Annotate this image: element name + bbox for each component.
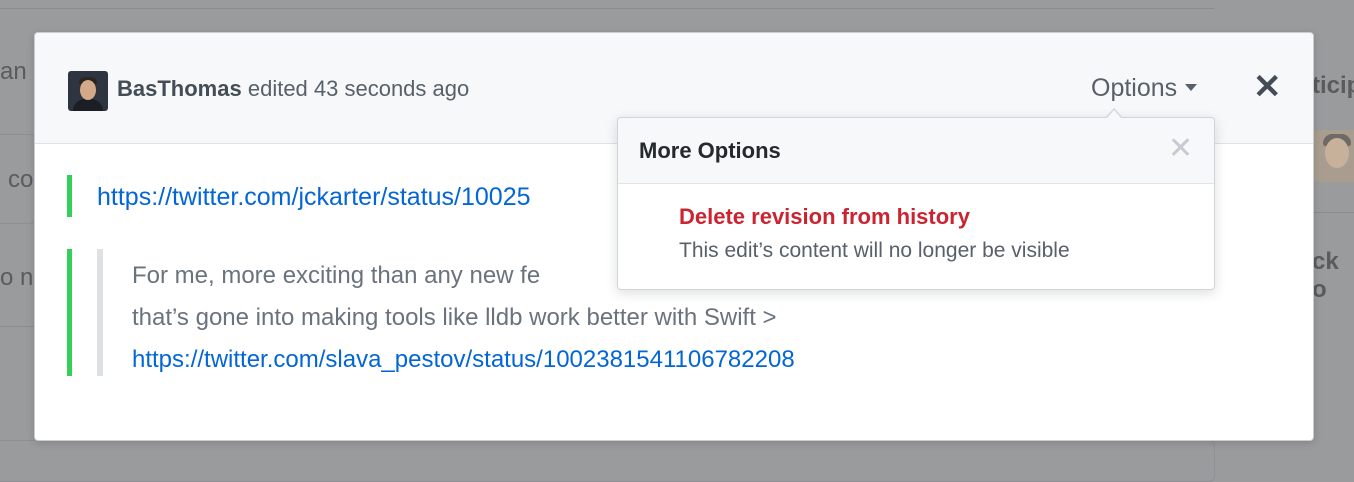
menu-title: More Options [639, 138, 781, 163]
edit-meta: BasThomas edited 43 seconds ago [117, 76, 469, 102]
username-link[interactable]: BasThomas [117, 76, 242, 101]
bg-comment-box [0, 440, 1215, 482]
quote-link[interactable]: https://twitter.com/slava_pestov/status/… [132, 339, 795, 381]
bg-divider [0, 8, 1214, 9]
bg-text-fragment: an [0, 58, 27, 85]
options-dropdown-button[interactable]: Options [1091, 74, 1198, 103]
edit-history-modal: BasThomas edited 43 seconds ago Options … [34, 32, 1314, 441]
bg-text-fragment: o n [0, 264, 34, 291]
quote-line: that’s gone into making tools like lldb … [132, 304, 777, 331]
bg-comment-box [0, 134, 36, 224]
user-avatar[interactable] [68, 71, 108, 111]
delete-revision-label: Delete revision from history [679, 204, 970, 229]
close-icon[interactable]: ✕ [1253, 69, 1282, 105]
tweet-link[interactable]: https://twitter.com/jckarter/status/1002… [97, 183, 531, 212]
more-options-menu: More Options ✕ Delete revision from hist… [617, 108, 1215, 290]
delete-revision-description: This edit’s content will no longer be vi… [679, 239, 1070, 262]
close-icon[interactable]: ✕ [1168, 134, 1193, 164]
edit-time: edited 43 seconds ago [247, 76, 470, 101]
menu-header: More Options ✕ [618, 118, 1214, 184]
delete-revision-item[interactable]: Delete revision from history This edit’s… [618, 184, 1214, 288]
blockquote-bar [97, 249, 103, 376]
diff-added-marker [67, 175, 72, 217]
diff-added-marker [67, 249, 72, 376]
chevron-down-icon [1185, 84, 1198, 92]
bg-text-fragment: ck o [1312, 248, 1339, 303]
bg-text-fragment: ticip [1312, 72, 1354, 99]
options-label: Options [1091, 74, 1178, 102]
bg-participant-avatar [1313, 130, 1354, 182]
bg-divider [0, 326, 34, 327]
bg-divider [1312, 212, 1354, 213]
